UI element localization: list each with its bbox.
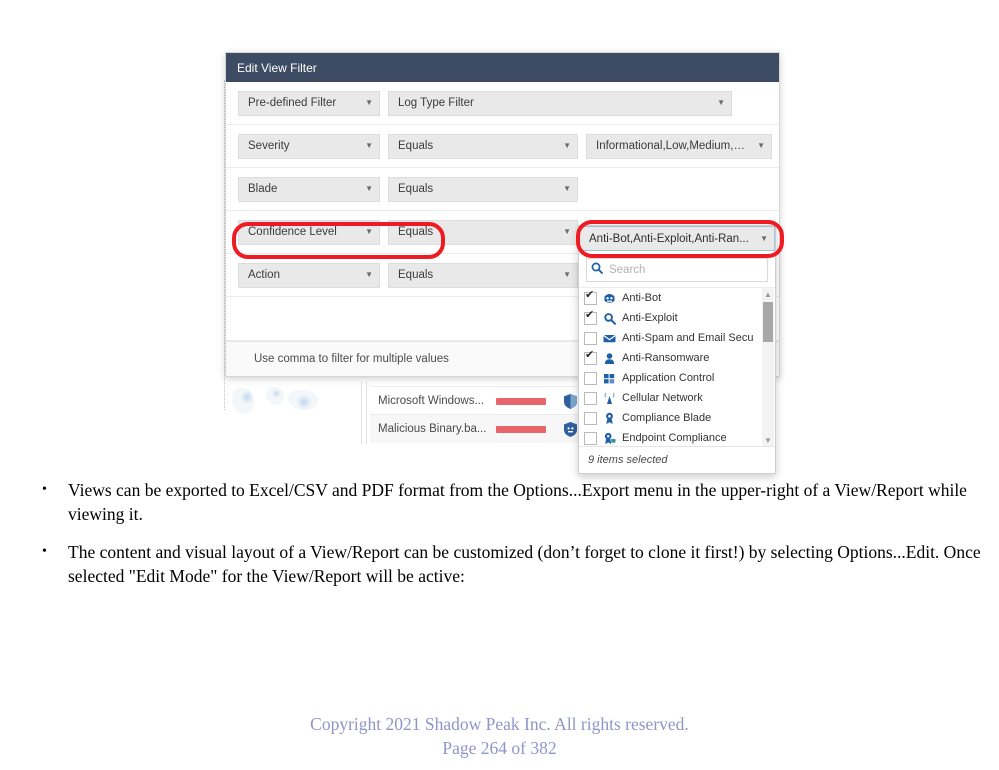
chevron-down-icon: ▼ — [563, 227, 571, 236]
action-field-select[interactable]: Action ▼ — [238, 262, 380, 288]
chevron-down-icon: ▼ — [757, 141, 765, 150]
list-item-label: Anti-Ransomware — [622, 352, 710, 364]
screenshot-figure: Microsoft Windows... ... Malicious Binar… — [222, 52, 784, 474]
filter-row-severity: Severity ▼ Equals ▼ Informational,Low,Me… — [226, 125, 779, 168]
severity-operator-select[interactable]: Equals ▼ — [388, 133, 578, 159]
dropdown-search-field[interactable]: Search — [586, 258, 768, 282]
blade-value-trigger-text: Anti-Bot,Anti-Exploit,Anti-Ran... — [589, 232, 749, 245]
confidence-operator-select[interactable]: Equals ▼ — [388, 219, 578, 245]
list-item[interactable]: Anti-Bot — [579, 288, 775, 308]
chevron-down-icon: ▼ — [365, 98, 373, 107]
checkbox[interactable] — [584, 371, 597, 385]
chevron-down-icon: ▼ — [365, 270, 373, 279]
anti-ransomware-icon — [602, 352, 617, 365]
severity-field-value: Severity — [248, 140, 290, 152]
endpoint-compliance-icon — [602, 432, 617, 445]
list-item: • The content and visual layout of a Vie… — [38, 540, 983, 588]
chevron-down-icon: ▼ — [563, 141, 571, 150]
application-control-icon — [602, 372, 617, 385]
severity-value-text: Informational,Low,Medium,Hi... — [596, 140, 752, 152]
blade-operator-value: Equals — [398, 183, 434, 195]
blade-field-value: Blade — [248, 183, 278, 195]
blade-operator-select[interactable]: Equals ▼ — [388, 176, 578, 202]
list-item-label: Compliance Blade — [622, 412, 712, 424]
copyright-text: Copyright 2021 Shadow Peak Inc. All righ… — [310, 714, 689, 734]
list-item: • Views can be exported to Excel/CSV and… — [38, 478, 983, 526]
search-icon — [591, 261, 603, 279]
row-bar — [496, 397, 546, 405]
list-item[interactable]: Application Control — [579, 368, 775, 388]
scroll-down-icon[interactable]: ▼ — [762, 434, 774, 446]
log-type-filter-select[interactable]: Log Type Filter ▼ — [388, 90, 732, 116]
dropdown-option-list[interactable]: Anti-Bot Anti-Exploit Anti-Spam and Emai… — [579, 287, 775, 446]
chevron-down-icon: ▼ — [563, 184, 571, 193]
blade-value-trigger[interactable]: Anti-Bot,Anti-Exploit,Anti-Ran... ▼ — [579, 226, 775, 251]
list-item[interactable]: Anti-Spam and Email Secu — [579, 328, 775, 348]
envelope-icon — [602, 332, 617, 345]
anti-exploit-icon — [602, 312, 617, 325]
bullet-marker: • — [42, 482, 47, 497]
action-field-value: Action — [248, 269, 280, 281]
checkbox[interactable] — [584, 411, 597, 425]
checkbox[interactable] — [584, 349, 597, 365]
chevron-down-icon: ▼ — [563, 270, 571, 279]
chevron-down-icon: ▼ — [365, 227, 373, 236]
dropdown-scrollbar[interactable]: ▲ ▼ — [762, 288, 774, 446]
severity-operator-value: Equals — [398, 140, 434, 152]
blade-value-dropdown: Anti-Bot,Anti-Exploit,Anti-Ran... ▼ Sear… — [578, 225, 776, 474]
chevron-down-icon: ▼ — [365, 141, 373, 150]
list-item[interactable]: Cellular Network — [579, 388, 775, 408]
list-item-label: Cellular Network — [622, 392, 703, 404]
world-map-widget — [226, 384, 356, 442]
checkbox[interactable] — [584, 431, 597, 445]
scroll-up-icon[interactable]: ▲ — [762, 288, 774, 300]
dropdown-selection-count: 9 items selected — [579, 446, 775, 473]
cellular-network-icon — [602, 392, 617, 405]
dialog-title-text: Edit View Filter — [237, 60, 317, 75]
list-item[interactable]: Compliance Blade — [579, 408, 775, 428]
action-operator-select[interactable]: Equals ▼ — [388, 262, 578, 288]
bullet-text: The content and visual layout of a View/… — [68, 542, 981, 586]
row-name: Malicious Binary.ba... — [378, 423, 487, 435]
blade-field-select[interactable]: Blade ▼ — [238, 176, 380, 202]
dropdown-search-placeholder: Search — [609, 264, 646, 276]
chevron-down-icon: ▼ — [760, 234, 768, 243]
list-item[interactable]: Anti-Exploit — [579, 308, 775, 328]
dialog-title-bar: Edit View Filter — [226, 53, 779, 82]
log-type-filter-value: Log Type Filter — [398, 97, 474, 109]
confidence-field-select[interactable]: Confidence Level ▼ — [238, 219, 380, 245]
checkbox[interactable] — [584, 331, 597, 345]
list-item-label: Anti-Spam and Email Secu — [622, 332, 754, 344]
action-operator-value: Equals — [398, 269, 434, 281]
list-item-label: Anti-Exploit — [622, 312, 678, 324]
checkbox[interactable] — [584, 391, 597, 405]
list-item[interactable]: Anti-Ransomware — [579, 348, 775, 368]
severity-value-select[interactable]: Informational,Low,Medium,Hi... ▼ — [586, 133, 772, 159]
bullet-text: Views can be exported to Excel/CSV and P… — [68, 480, 967, 524]
list-item[interactable]: Endpoint Compliance — [579, 428, 775, 446]
confidence-field-value: Confidence Level — [248, 226, 337, 238]
confidence-operator-value: Equals — [398, 226, 434, 238]
page-footer: Copyright 2021 Shadow Peak Inc. All righ… — [0, 712, 999, 760]
row-bar — [496, 425, 546, 433]
predefined-filter-value: Pre-defined Filter — [248, 97, 337, 109]
predefined-filter-select[interactable]: Pre-defined Filter ▼ — [238, 90, 380, 116]
page-number: Page 264 of 382 — [442, 738, 557, 758]
compliance-badge-icon — [602, 412, 617, 425]
row-name: Microsoft Windows... — [378, 395, 485, 407]
checkbox[interactable] — [584, 309, 597, 325]
list-item-label: Application Control — [622, 372, 715, 384]
scrollbar-thumb[interactable] — [763, 302, 773, 342]
anti-bot-icon — [602, 292, 617, 305]
checkbox[interactable] — [584, 289, 597, 305]
filter-row-predefined: Pre-defined Filter ▼ Log Type Filter ▼ — [226, 82, 779, 125]
list-item-label: Anti-Bot — [622, 292, 662, 304]
list-item-label: Endpoint Compliance — [622, 432, 727, 444]
chevron-down-icon: ▼ — [717, 98, 725, 107]
body-content: • Views can be exported to Excel/CSV and… — [38, 478, 983, 602]
severity-field-select[interactable]: Severity ▼ — [238, 133, 380, 159]
chevron-down-icon: ▼ — [365, 184, 373, 193]
filter-row-blade: Blade ▼ Equals ▼ — [226, 168, 779, 211]
bullet-marker: • — [42, 544, 47, 559]
